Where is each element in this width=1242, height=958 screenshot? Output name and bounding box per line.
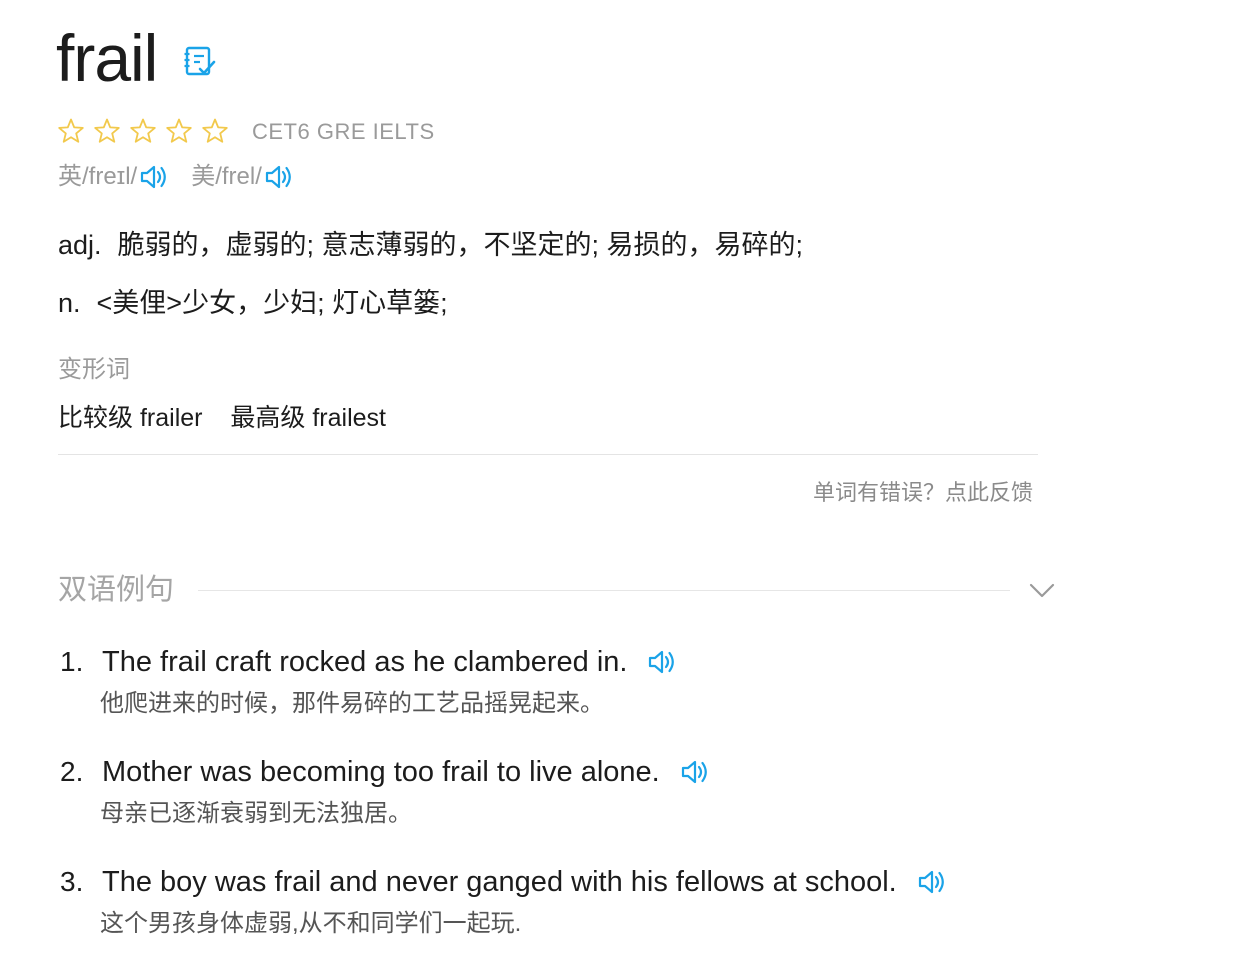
- example-english: The frail craft rocked as he clambered i…: [102, 645, 628, 678]
- speaker-icon[interactable]: [645, 647, 679, 677]
- examples-title: 双语例句: [58, 574, 175, 606]
- chevron-down-icon[interactable]: [1028, 578, 1056, 602]
- example-chinese: 他爬进来的时候，那件易碎的工艺品摇晃起来。: [100, 690, 604, 717]
- example-number: 3.: [60, 866, 84, 897]
- definition-text: 脆弱的，虚弱的; 意志薄弱的，不坚定的; 易损的，易碎的;: [117, 230, 804, 260]
- divider: [198, 590, 1010, 591]
- speaker-icon[interactable]: [262, 162, 296, 192]
- star-icon: [94, 118, 120, 143]
- phonetic-uk: 英/freɪl/: [58, 163, 138, 190]
- inflections-title: 变形词: [58, 356, 130, 383]
- divider: [58, 454, 1038, 455]
- headword: frail: [56, 21, 158, 95]
- example-chinese: 这个男孩身体虚弱,从不和同学们一起玩.: [100, 910, 522, 937]
- definition-noun: n. <美俚>少女，少妇; 灯心草篓;: [58, 283, 448, 323]
- inflection-label: 比较级: [58, 404, 134, 432]
- inflection-value[interactable]: frailest: [312, 404, 386, 432]
- star-icon: [130, 118, 156, 143]
- speaker-icon[interactable]: [678, 757, 712, 787]
- star-icon: [202, 118, 228, 143]
- example-chinese: 母亲已逐渐衰弱到无法独居。: [100, 800, 412, 827]
- exam-tags: CET6 GRE IELTS: [252, 119, 435, 144]
- inflections-row: 比较级 frailer 最高级 frailest: [58, 400, 386, 436]
- example-english: The boy was frail and never ganged with …: [102, 865, 897, 898]
- definition-text: <美俚>少女，少妇; 灯心草篓;: [96, 288, 448, 318]
- definition-adj: adj. 脆弱的，虚弱的; 意志薄弱的，不坚定的; 易损的，易碎的;: [58, 225, 803, 265]
- star-icon: [166, 118, 192, 143]
- example-english: Mother was becoming too frail to live al…: [102, 755, 660, 788]
- example-number: 2.: [60, 756, 84, 787]
- inflection-label: 最高级: [230, 404, 306, 432]
- feedback-link[interactable]: 单词有错误？点此反馈: [813, 478, 1033, 508]
- example-item: 3. The boy was frail and never ganged wi…: [58, 860, 1178, 944]
- inflection-value[interactable]: frailer: [140, 404, 203, 432]
- star-rating: [58, 114, 238, 148]
- phonetic-us: 美/frel/: [191, 163, 262, 190]
- example-item: 2. Mother was becoming too frail to live…: [58, 750, 1178, 834]
- part-of-speech: n.: [58, 288, 81, 318]
- speaker-icon[interactable]: [915, 867, 949, 897]
- speaker-icon[interactable]: [137, 162, 171, 192]
- phonetics-row: 英/freɪl/ 美/frel/: [58, 159, 296, 195]
- example-number: 1.: [60, 646, 84, 677]
- part-of-speech: adj.: [58, 230, 102, 260]
- wordbook-add-icon[interactable]: [183, 44, 217, 78]
- example-item: 1. The frail craft rocked as he clambere…: [58, 640, 1178, 724]
- star-icon: [58, 118, 84, 143]
